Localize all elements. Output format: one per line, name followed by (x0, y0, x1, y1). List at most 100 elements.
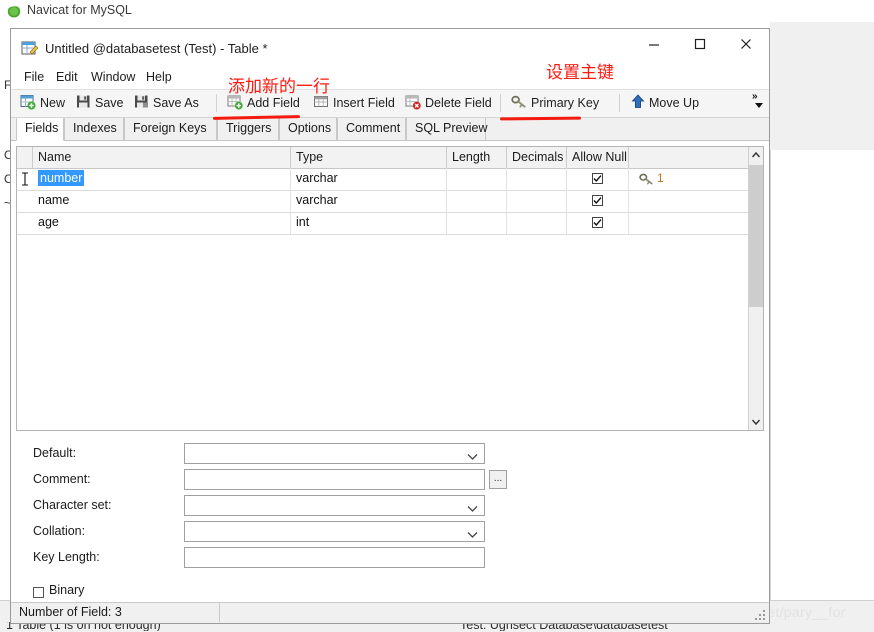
toolbar-separator-1 (216, 94, 217, 112)
menu-help[interactable]: Help (141, 69, 177, 85)
chevron-down-icon (467, 502, 478, 516)
toolbar-save-label: Save (95, 96, 124, 110)
table-row[interactable]: age int (17, 212, 761, 235)
default-select[interactable] (184, 443, 485, 464)
toolbar-new-button[interactable]: New (17, 92, 68, 114)
tab-triggers[interactable]: Triggers (217, 118, 279, 140)
cell-type[interactable]: int (291, 212, 447, 234)
right-panel-strip-1 (770, 22, 874, 55)
cell-primary-key[interactable] (629, 212, 760, 234)
toolbar-move-up-button[interactable]: Move Up (628, 92, 702, 114)
cell-length[interactable] (447, 190, 507, 212)
comment-browse-button[interactable]: ... (489, 470, 507, 489)
menu-window[interactable]: Window (86, 69, 140, 85)
grid-header-length[interactable]: Length (447, 147, 507, 168)
delete-field-icon (405, 94, 421, 113)
new-table-icon (20, 94, 36, 113)
fields-grid-header: Name Type Length Decimals Allow Null (17, 147, 763, 169)
cell-length[interactable] (447, 212, 507, 234)
collation-label: Collation: (33, 524, 85, 538)
cell-name[interactable]: number (33, 168, 291, 190)
minimize-button[interactable] (631, 29, 677, 59)
toolbar-primary-key-button[interactable]: Primary Key (508, 92, 602, 114)
resize-grip[interactable] (755, 610, 767, 622)
cell-type[interactable]: varchar (291, 168, 447, 190)
allow-null-checkbox[interactable] (592, 217, 603, 228)
toolbar-overflow-button[interactable]: » (751, 91, 767, 115)
toolbar: New Save (11, 89, 769, 118)
chevron-down-icon (467, 528, 478, 542)
cell-primary-key[interactable]: 1 (629, 168, 760, 190)
toolbar-save-button[interactable]: Save (73, 92, 127, 114)
grid-vertical-scrollbar[interactable] (748, 147, 763, 430)
right-panel-body (770, 150, 874, 600)
close-button[interactable] (723, 29, 769, 59)
main-window-titlebar: Navicat for MySQL (0, 0, 874, 22)
main-window-title: Navicat for MySQL (27, 3, 132, 17)
cell-decimals[interactable] (507, 190, 567, 212)
menu-bar: File Edit Window Help (11, 67, 769, 89)
scrollbar-thumb[interactable] (749, 165, 763, 307)
cell-name[interactable]: name (33, 190, 291, 212)
allow-null-checkbox[interactable] (592, 195, 603, 206)
scroll-down-icon[interactable] (749, 414, 763, 430)
grid-header-name[interactable]: Name (33, 147, 291, 168)
grid-header-rowmarker (17, 147, 33, 168)
cell-type[interactable]: varchar (291, 190, 447, 212)
tab-options[interactable]: Options (279, 118, 337, 140)
toolbar-delete-field-label: Delete Field (425, 96, 492, 110)
tab-indexes[interactable]: Indexes (64, 118, 124, 140)
tab-sql-preview[interactable]: SQL Preview (406, 118, 486, 140)
table-designer-statusbar: Number of Field: 3 (11, 602, 769, 623)
table-designer-icon (21, 40, 38, 57)
cell-allow-null[interactable] (567, 190, 629, 212)
binary-label: Binary (49, 583, 84, 597)
tab-foreign-keys[interactable]: Foreign Keys (124, 118, 217, 140)
grid-header-type[interactable]: Type (291, 147, 447, 168)
menu-file[interactable]: File (19, 69, 49, 85)
toolbar-overflow-caret-icon (755, 103, 763, 108)
grid-header-key (629, 147, 760, 168)
right-panel-strip-3[interactable]: t Wizard (770, 122, 874, 151)
toolbar-new-label: New (40, 96, 65, 110)
toolbar-delete-field-button[interactable]: Delete Field (402, 92, 495, 114)
tab-comment[interactable]: Comment (337, 118, 406, 140)
field-properties-panel: Default: Comment: ... Character set: Col… (11, 443, 769, 608)
right-panel-strip-2 (770, 54, 874, 123)
toolbar-separator-2 (500, 94, 501, 112)
scroll-up-icon[interactable] (749, 147, 763, 163)
comment-input[interactable] (184, 469, 485, 490)
cell-decimals[interactable] (507, 168, 567, 190)
menu-edit[interactable]: Edit (51, 69, 83, 85)
toolbar-move-up-label: Move Up (649, 96, 699, 110)
grid-header-allow-null[interactable]: Allow Null (567, 147, 629, 168)
maximize-button[interactable] (677, 29, 723, 59)
cell-allow-null[interactable] (567, 168, 629, 190)
chevron-down-icon (467, 450, 478, 464)
key-length-label: Key Length: (33, 550, 100, 564)
key-icon (511, 94, 527, 113)
default-label: Default: (33, 446, 76, 460)
cell-name[interactable]: age (33, 212, 291, 234)
grid-header-decimals[interactable]: Decimals (507, 147, 567, 168)
fields-grid: Name Type Length Decimals Allow Null num… (16, 146, 764, 431)
field-count-status: Number of Field: 3 (19, 605, 122, 619)
cell-decimals[interactable] (507, 212, 567, 234)
primary-key-order: 1 (657, 168, 664, 189)
table-row[interactable]: number varchar 1 (17, 168, 761, 191)
toolbar-primary-key-label: Primary Key (531, 96, 599, 110)
cell-allow-null[interactable] (567, 212, 629, 234)
collation-select[interactable] (184, 521, 485, 542)
tab-bar: Fields Indexes Foreign Keys Triggers Opt… (11, 118, 769, 141)
toolbar-save-as-button[interactable]: Save As (131, 92, 202, 114)
arrow-up-icon (631, 94, 645, 112)
table-row[interactable]: name varchar (17, 190, 761, 213)
allow-null-checkbox[interactable] (592, 173, 603, 184)
binary-checkbox[interactable] (33, 587, 44, 598)
save-icon (76, 94, 91, 112)
cell-primary-key[interactable] (629, 190, 760, 212)
key-length-input[interactable] (184, 547, 485, 568)
cell-length[interactable] (447, 168, 507, 190)
tab-fields[interactable]: Fields (16, 118, 64, 141)
character-set-select[interactable] (184, 495, 485, 516)
